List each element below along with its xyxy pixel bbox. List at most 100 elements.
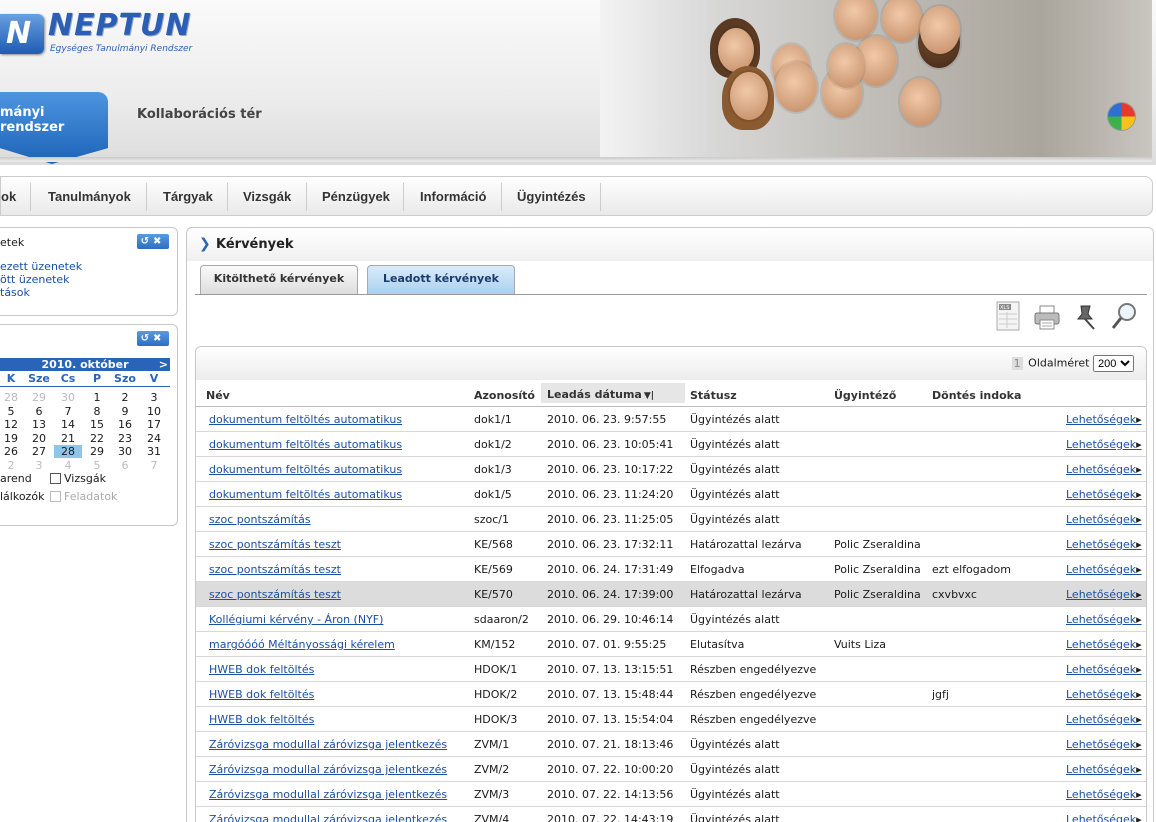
- calendar-day[interactable]: 17: [140, 418, 168, 431]
- request-name-link[interactable]: szoc pontszámítás: [209, 513, 311, 526]
- calendar-day[interactable]: 15: [83, 418, 111, 431]
- options-link[interactable]: Lehetőségek▸: [1066, 538, 1142, 551]
- table-row[interactable]: HWEB dok feltöltés HDOK/3 2010. 07. 13. 15…: [196, 707, 1146, 732]
- tab-collaboration[interactable]: Kollaborációs tér: [137, 107, 262, 122]
- request-name-link[interactable]: dokumentum feltöltés automatikus: [209, 438, 402, 451]
- search-icon[interactable]: [1109, 300, 1139, 332]
- request-name-link[interactable]: Záróvizsga modullal záróvizsga jelentkez…: [209, 738, 447, 751]
- options-link[interactable]: Lehetőségek▸: [1066, 788, 1142, 801]
- options-link[interactable]: Lehetőségek▸: [1066, 688, 1142, 701]
- options-link[interactable]: Lehetőségek▸: [1066, 563, 1142, 576]
- tab-study-system[interactable]: mányi rendszer: [0, 92, 108, 164]
- table-row[interactable]: szoc pontszámítás teszt KE/568 2010. 06. 2…: [196, 532, 1146, 557]
- page-number[interactable]: 1: [1011, 356, 1023, 370]
- column-submit-date[interactable]: Leadás dátuma ▼|: [541, 383, 685, 403]
- column-name[interactable]: Név: [206, 389, 230, 402]
- column-agent[interactable]: Ügyintéző: [834, 389, 896, 402]
- calendar-day[interactable]: 16: [111, 418, 139, 431]
- calendar-day[interactable]: 20: [25, 432, 53, 445]
- menu-item-administration[interactable]: Ügyintézés: [517, 189, 586, 204]
- calendar-day[interactable]: 21: [54, 432, 82, 445]
- calendar-day[interactable]: 26: [0, 445, 25, 458]
- request-name-link[interactable]: HWEB dok feltöltés: [209, 688, 314, 701]
- calendar-day[interactable]: 3: [25, 459, 53, 472]
- calendar-day[interactable]: 27: [25, 445, 53, 458]
- tab-fillable-requests[interactable]: Kitölthető kérvények: [200, 265, 358, 295]
- page-size-select[interactable]: 200: [1093, 355, 1134, 372]
- calendar-day[interactable]: 29: [83, 445, 111, 458]
- calendar-day[interactable]: 9: [111, 405, 139, 418]
- calendar-day[interactable]: 10: [140, 405, 168, 418]
- options-link[interactable]: Lehetőségek▸: [1066, 713, 1142, 726]
- table-row[interactable]: dokumentum feltöltés automatikus dok1/2 20…: [196, 432, 1146, 457]
- request-name-link[interactable]: Záróvizsga modullal záróvizsga jelentkez…: [209, 813, 447, 822]
- calendar-day[interactable]: 3: [140, 391, 168, 404]
- calendar-day[interactable]: 30: [54, 391, 82, 404]
- request-name-link[interactable]: Záróvizsga modullal záróvizsga jelentkez…: [209, 763, 447, 776]
- menu-item-subjects[interactable]: Tárgyak: [163, 189, 213, 204]
- table-row[interactable]: Záróvizsga modullal záróvizsga jelentkez…: [196, 782, 1146, 807]
- options-link[interactable]: Lehetőségek▸: [1066, 613, 1142, 626]
- column-decision-reason[interactable]: Döntés indoka: [932, 389, 1021, 402]
- calendar-day[interactable]: 28: [54, 445, 82, 458]
- table-row[interactable]: dokumentum feltöltés automatikus dok1/1 20…: [196, 407, 1146, 432]
- table-row[interactable]: Záróvizsga modullal záróvizsga jelentkez…: [196, 732, 1146, 757]
- options-link[interactable]: Lehetőségek▸: [1066, 663, 1142, 676]
- calendar-day[interactable]: 28: [0, 391, 25, 404]
- calendar-day[interactable]: 2: [111, 391, 139, 404]
- table-row[interactable]: dokumentum feltöltés automatikus dok1/5 20…: [196, 482, 1146, 507]
- options-link[interactable]: Lehetőségek▸: [1066, 638, 1142, 651]
- xls-export-icon[interactable]: XLS: [993, 300, 1023, 332]
- table-row[interactable]: szoc pontszámítás teszt KE/570 2010. 06. 2…: [196, 582, 1146, 607]
- request-name-link[interactable]: margóóóó Méltányossági kérelem: [209, 638, 395, 651]
- options-link[interactable]: Lehetőségek▸: [1066, 438, 1142, 451]
- globe-icon[interactable]: [1108, 103, 1135, 130]
- menu-item-studies[interactable]: Tanulmányok: [48, 189, 131, 204]
- request-name-link[interactable]: dokumentum feltöltés automatikus: [209, 413, 402, 426]
- request-name-link[interactable]: szoc pontszámítás teszt: [209, 588, 341, 601]
- tab-submitted-requests[interactable]: Leadott kérvények: [367, 265, 515, 295]
- column-id[interactable]: Azonosító: [474, 389, 535, 402]
- calendar-day[interactable]: 14: [54, 418, 82, 431]
- menu-item-finances[interactable]: Pénzügyek: [322, 189, 390, 204]
- calendar-next-button[interactable]: >: [159, 358, 168, 371]
- request-name-link[interactable]: szoc pontszámítás teszt: [209, 538, 341, 551]
- calendar-day[interactable]: 29: [25, 391, 53, 404]
- calendar-day[interactable]: 5: [83, 459, 111, 472]
- table-row[interactable]: Záróvizsga modullal záróvizsga jelentkez…: [196, 807, 1146, 822]
- column-status[interactable]: Státusz: [690, 389, 737, 402]
- options-link[interactable]: Lehetőségek▸: [1066, 588, 1142, 601]
- options-link[interactable]: Lehetőségek▸: [1066, 463, 1142, 476]
- neptun-logo[interactable]: N NEPTUN Egységes Tanulmányi Rendszer: [0, 8, 200, 58]
- link-sent-messages[interactable]: ött üzenetek: [0, 273, 70, 286]
- calendar-day[interactable]: 6: [111, 459, 139, 472]
- request-name-link[interactable]: dokumentum feltöltés automatikus: [209, 463, 402, 476]
- calendar-day[interactable]: 30: [111, 445, 139, 458]
- calendar-day[interactable]: 5: [0, 405, 25, 418]
- request-name-link[interactable]: Záróvizsga modullal záróvizsga jelentkez…: [209, 788, 447, 801]
- table-row[interactable]: dokumentum feltöltés automatikus dok1/3 20…: [196, 457, 1146, 482]
- options-link[interactable]: Lehetőségek▸: [1066, 413, 1142, 426]
- options-link[interactable]: Lehetőségek▸: [1066, 813, 1142, 822]
- calendar-day[interactable]: 8: [83, 405, 111, 418]
- request-name-link[interactable]: szoc pontszámítás teszt: [209, 563, 341, 576]
- request-name-link[interactable]: Kollégiumi kérvény - Áron (NYF): [209, 613, 383, 626]
- calendar-day[interactable]: 23: [111, 432, 139, 445]
- print-icon[interactable]: [1032, 300, 1062, 332]
- link-settings[interactable]: tások: [0, 286, 30, 299]
- calendar-day[interactable]: 2: [0, 459, 25, 472]
- table-row[interactable]: HWEB dok feltöltés HDOK/2 2010. 07. 13. 15…: [196, 682, 1146, 707]
- menu-item-0[interactable]: ok: [1, 189, 16, 204]
- options-link[interactable]: Lehetőségek▸: [1066, 488, 1142, 501]
- request-name-link[interactable]: HWEB dok feltöltés: [209, 713, 314, 726]
- table-row[interactable]: Kollégiumi kérvény - Áron (NYF) sdaaron/2…: [196, 607, 1146, 632]
- calendar-day[interactable]: 22: [83, 432, 111, 445]
- options-link[interactable]: Lehetőségek▸: [1066, 513, 1142, 526]
- refresh-close-icons[interactable]: ↺✖: [137, 234, 169, 249]
- menu-item-information[interactable]: Információ: [420, 189, 486, 204]
- calendar-day[interactable]: 6: [25, 405, 53, 418]
- calendar-day[interactable]: 24: [140, 432, 168, 445]
- calendar-day[interactable]: 12: [0, 418, 25, 431]
- exams-checkbox[interactable]: [50, 473, 61, 484]
- table-row[interactable]: HWEB dok feltöltés HDOK/1 2010. 07. 13. 13…: [196, 657, 1146, 682]
